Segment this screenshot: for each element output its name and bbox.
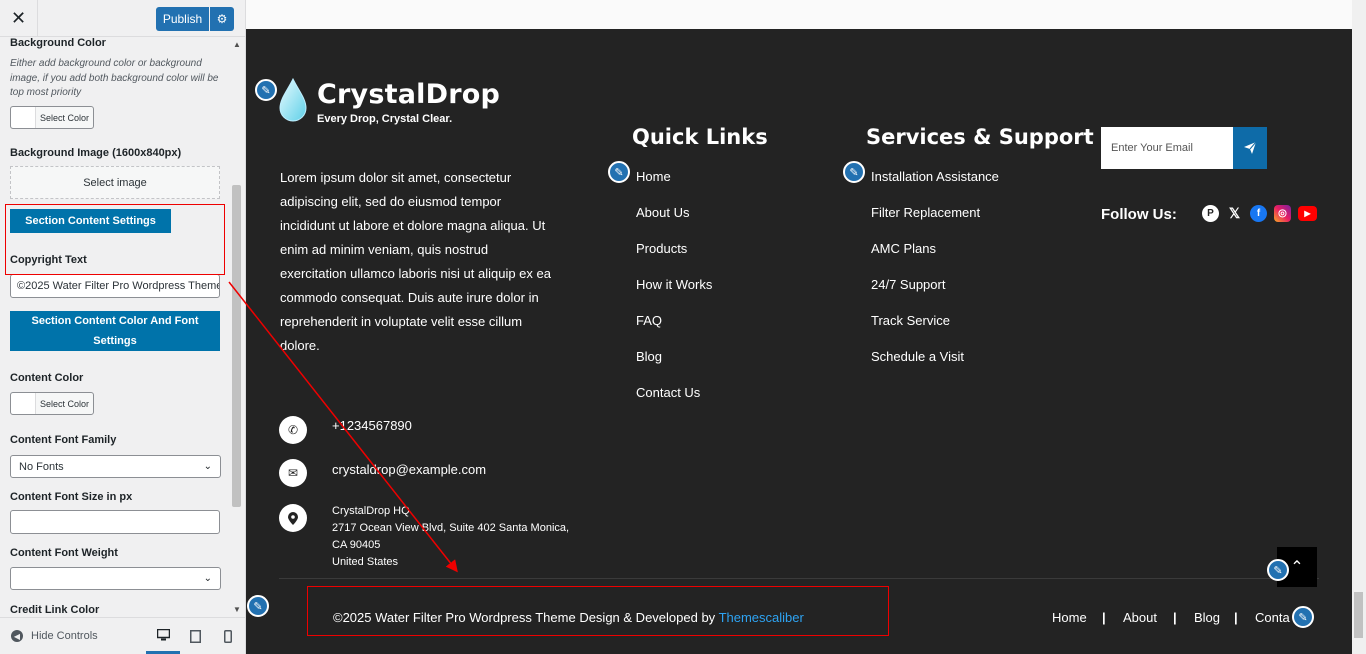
footer-about-text: Lorem ipsum dolor sit amet, consectetur …: [280, 170, 551, 353]
color-swatch: [11, 107, 36, 128]
service-link[interactable]: Track Service: [871, 313, 950, 328]
customizer-footer: ◀ Hide Controls: [0, 617, 245, 654]
facebook-icon[interactable]: f: [1250, 205, 1267, 222]
newsletter-email-input[interactable]: Enter Your Email: [1101, 127, 1233, 169]
bg-image-label: Background Image (1600x840px): [10, 147, 182, 159]
phone-icon: ✆: [279, 416, 307, 444]
site-footer: ✎ CrystalDrop Every Drop, Crystal Clear.…: [246, 29, 1352, 654]
follow-us-label: Follow Us:: [1101, 206, 1177, 223]
address-line: CrystalDrop HQ: [332, 505, 410, 517]
chevron-down-icon: ⌄: [203, 573, 212, 584]
separator: |: [1102, 610, 1106, 625]
select-color-label: Select Color: [39, 112, 90, 123]
send-paper-plane-icon[interactable]: [1233, 127, 1267, 169]
service-link[interactable]: AMC Plans: [871, 241, 936, 256]
edit-logo-pencil-icon[interactable]: ✎: [255, 79, 277, 101]
site-preview: ✎ CrystalDrop Every Drop, Crystal Clear.…: [246, 0, 1352, 654]
chevron-down-icon: ⌄: [203, 461, 212, 472]
preview-top-section: [246, 0, 1352, 29]
collapse-icon: ◀: [11, 630, 23, 642]
preview-scrollbar[interactable]: [1352, 0, 1366, 654]
close-customizer-button[interactable]: ✕: [0, 0, 38, 37]
map-pin-icon: [279, 504, 307, 532]
youtube-icon[interactable]: ▶: [1298, 206, 1317, 221]
select-image-button[interactable]: Select image: [10, 166, 220, 199]
edit-footer-menu-pencil-icon[interactable]: ✎: [1292, 606, 1314, 628]
instagram-icon[interactable]: ◎: [1274, 205, 1291, 222]
copyright-text-input[interactable]: ©2025 Water Filter Pro Wordpress Theme D…: [10, 274, 220, 298]
color-swatch: [11, 393, 36, 414]
brand-name[interactable]: CrystalDrop: [317, 79, 500, 110]
highlight-box-copyright-input: [5, 204, 225, 275]
quick-link-products[interactable]: Products: [636, 241, 687, 256]
publish-settings-gear-icon[interactable]: ⚙: [210, 7, 234, 31]
customizer-controls: Background Color Either add background c…: [0, 37, 246, 617]
tablet-preview-icon[interactable]: [178, 618, 212, 654]
services-heading: Services & Support: [866, 125, 1094, 149]
copyright-text-body: ©2025 Water Filter Pro Wordpress Theme D…: [333, 610, 719, 625]
address-line: CA 90405: [332, 539, 381, 551]
envelope-icon: ✉: [279, 459, 307, 487]
panel-scrollbar-thumb[interactable]: [232, 185, 241, 507]
quick-link-home[interactable]: Home: [636, 169, 671, 184]
bg-color-picker[interactable]: Select Color: [10, 106, 94, 129]
quick-link-about[interactable]: About Us: [636, 205, 689, 220]
font-family-select[interactable]: No Fonts ⌄: [10, 455, 221, 478]
quick-links-heading: Quick Links: [632, 125, 768, 149]
quick-link-blog[interactable]: Blog: [636, 349, 662, 364]
footer-phone[interactable]: +1234567890: [332, 418, 412, 433]
scroll-up-arrow-icon[interactable]: ▲: [231, 40, 243, 49]
service-link[interactable]: 24/7 Support: [871, 277, 945, 292]
service-link[interactable]: Schedule a Visit: [871, 349, 964, 364]
font-size-input[interactable]: [10, 510, 220, 534]
quick-link-contact[interactable]: Contact Us: [636, 385, 700, 400]
edit-copyright-pencil-icon[interactable]: ✎: [247, 595, 269, 617]
x-twitter-icon[interactable]: 𝕏: [1226, 205, 1243, 222]
edit-services-pencil-icon[interactable]: ✎: [843, 161, 865, 183]
themescaliber-link[interactable]: Themescaliber: [719, 610, 804, 625]
publish-button[interactable]: Publish: [156, 7, 209, 31]
bottom-link-home[interactable]: Home: [1052, 610, 1087, 625]
customizer-header: ✕ Publish ⚙: [0, 0, 245, 37]
customizer-panel: ✕ Publish ⚙ Background Color Either add …: [0, 0, 246, 654]
bg-color-description: Either add background color or backgroun…: [10, 58, 219, 98]
select-color-label: Select Color: [39, 398, 90, 409]
brand-tagline: Every Drop, Crystal Clear.: [317, 113, 453, 125]
content-color-label: Content Color: [10, 372, 84, 384]
copyright-text: ©2025 Water Filter Pro Wordpress Theme D…: [333, 610, 804, 625]
font-family-label: Content Font Family: [10, 434, 117, 446]
pinterest-icon[interactable]: P: [1202, 205, 1219, 222]
scroll-down-arrow-icon[interactable]: ▼: [231, 605, 243, 614]
service-link[interactable]: Installation Assistance: [871, 169, 999, 184]
water-drop-logo-icon: [279, 77, 307, 122]
quick-link-how-it-works[interactable]: How it Works: [636, 277, 712, 292]
font-weight-label: Content Font Weight: [10, 547, 118, 559]
separator: |: [1173, 610, 1177, 625]
content-color-picker[interactable]: Select Color: [10, 392, 94, 415]
footer-divider: [279, 578, 1319, 579]
section-color-font-settings-button[interactable]: Section Content Color And Font Settings: [10, 311, 220, 351]
font-size-label: Content Font Size in px: [10, 491, 133, 503]
hide-controls-label: Hide Controls: [31, 630, 98, 642]
bottom-link-contact[interactable]: Conta: [1255, 610, 1290, 625]
mobile-preview-icon[interactable]: [211, 618, 245, 654]
bottom-link-about[interactable]: About: [1123, 610, 1157, 625]
hide-controls-button[interactable]: ◀ Hide Controls: [11, 630, 98, 642]
font-weight-select[interactable]: ⌄: [10, 567, 221, 590]
separator: |: [1234, 610, 1238, 625]
bottom-link-blog[interactable]: Blog: [1194, 610, 1220, 625]
preview-scrollbar-thumb[interactable]: [1354, 592, 1363, 638]
quick-link-faq[interactable]: FAQ: [636, 313, 662, 328]
font-family-value: No Fonts: [19, 460, 64, 473]
desktop-preview-icon[interactable]: [146, 618, 180, 654]
bg-color-label: Background Color: [10, 37, 106, 49]
address-line: United States: [332, 556, 399, 568]
service-link[interactable]: Filter Replacement: [871, 205, 980, 220]
footer-email[interactable]: crystaldrop@example.com: [332, 462, 486, 477]
edit-quick-links-pencil-icon[interactable]: ✎: [608, 161, 630, 183]
credit-link-color-label: Credit Link Color: [10, 604, 100, 616]
edit-back-to-top-pencil-icon[interactable]: ✎: [1267, 559, 1289, 581]
address-line: 2717 Ocean View Blvd, Suite 402 Santa Mo…: [332, 522, 570, 534]
